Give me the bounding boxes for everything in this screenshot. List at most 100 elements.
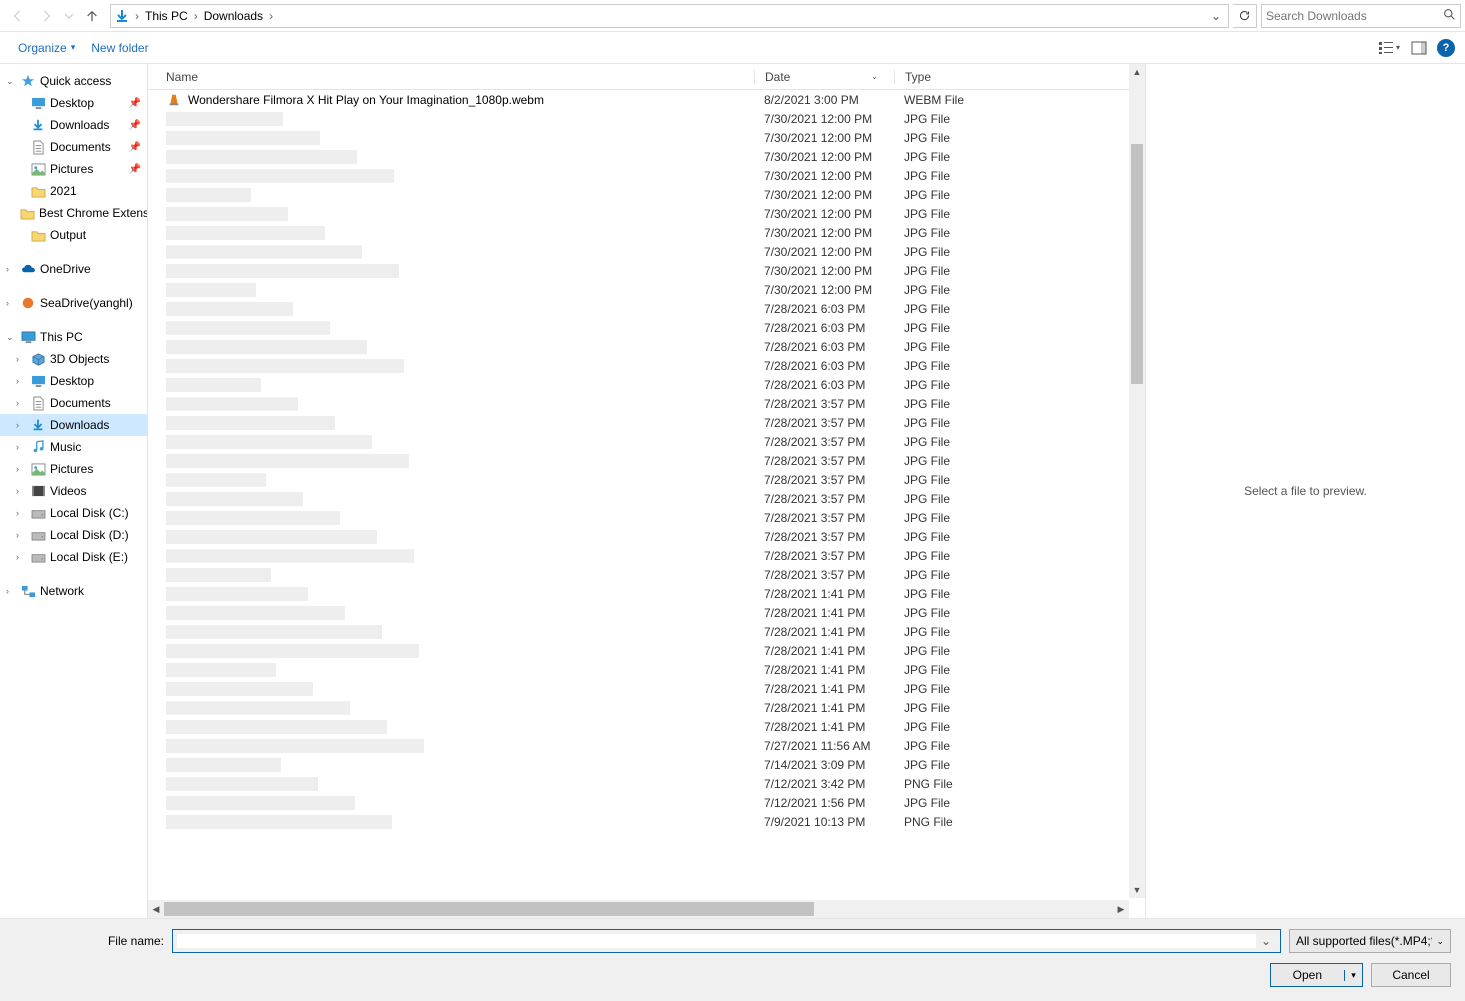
expand-icon[interactable]: › (16, 552, 26, 562)
new-folder-button[interactable]: New folder (83, 37, 156, 59)
table-row[interactable]: 7/28/2021 1:41 PMJPG File (148, 603, 1145, 622)
table-row[interactable]: 7/28/2021 6:03 PMJPG File (148, 299, 1145, 318)
table-row[interactable]: 7/30/2021 12:00 PMJPG File (148, 147, 1145, 166)
sidebar-item-local-disk-e-[interactable]: ›Local Disk (E:) (0, 546, 147, 568)
column-name[interactable]: Name (148, 70, 754, 84)
search-input[interactable] (1266, 9, 1443, 23)
breadcrumb-current[interactable]: Downloads (202, 7, 265, 25)
column-type[interactable]: Type (894, 70, 1145, 84)
table-row[interactable]: 7/12/2021 1:56 PMJPG File (148, 793, 1145, 812)
table-row[interactable]: 7/28/2021 6:03 PMJPG File (148, 375, 1145, 394)
recent-locations-button[interactable] (62, 4, 76, 28)
table-row[interactable]: 7/28/2021 3:57 PMJPG File (148, 413, 1145, 432)
expand-icon[interactable]: › (6, 586, 16, 596)
table-row[interactable]: 7/28/2021 3:57 PMJPG File (148, 451, 1145, 470)
sidebar-item-downloads[interactable]: ›Downloads (0, 414, 147, 436)
table-row[interactable]: 7/30/2021 12:00 PMJPG File (148, 166, 1145, 185)
sidebar-item-local-disk-c-[interactable]: ›Local Disk (C:) (0, 502, 147, 524)
sidebar-item-music[interactable]: ›Music (0, 436, 147, 458)
table-row[interactable]: 7/28/2021 3:57 PMJPG File (148, 489, 1145, 508)
table-row[interactable]: 7/28/2021 3:57 PMJPG File (148, 394, 1145, 413)
table-row[interactable]: 7/30/2021 12:00 PMJPG File (148, 261, 1145, 280)
table-row[interactable]: Wondershare Filmora X Hit Play on Your I… (148, 90, 1145, 109)
collapse-icon[interactable]: ⌄ (6, 76, 16, 87)
table-row[interactable]: 7/12/2021 3:42 PMPNG File (148, 774, 1145, 793)
organize-button[interactable]: Organize▾ (10, 37, 83, 59)
filename-dropdown[interactable]: ⌄ (1256, 934, 1276, 948)
help-button[interactable]: ? (1437, 39, 1455, 57)
scroll-thumb[interactable] (164, 902, 814, 916)
expand-icon[interactable]: › (16, 530, 26, 540)
breadcrumb-root[interactable]: This PC (143, 7, 190, 25)
table-row[interactable]: 7/30/2021 12:00 PMJPG File (148, 128, 1145, 147)
back-button[interactable] (6, 4, 30, 28)
expand-icon[interactable]: › (16, 398, 26, 408)
table-row[interactable]: 7/30/2021 12:00 PMJPG File (148, 280, 1145, 299)
table-row[interactable]: 7/28/2021 1:41 PMJPG File (148, 717, 1145, 736)
scroll-down-icon[interactable]: ▼ (1129, 882, 1145, 898)
sidebar-item-2021[interactable]: 2021 (0, 180, 147, 202)
table-row[interactable]: 7/30/2021 12:00 PMJPG File (148, 204, 1145, 223)
collapse-icon[interactable]: ⌄ (6, 332, 16, 343)
search-box[interactable] (1261, 4, 1461, 28)
table-row[interactable]: 7/28/2021 1:41 PMJPG File (148, 584, 1145, 603)
table-row[interactable]: 7/28/2021 1:41 PMJPG File (148, 622, 1145, 641)
table-row[interactable]: 7/28/2021 1:41 PMJPG File (148, 660, 1145, 679)
sidebar-item-desktop[interactable]: Desktop📌 (0, 92, 147, 114)
table-row[interactable]: 7/28/2021 3:57 PMJPG File (148, 546, 1145, 565)
column-date[interactable]: Date⌄ (754, 70, 894, 84)
expand-icon[interactable]: › (16, 442, 26, 452)
filename-input[interactable] (177, 934, 1256, 948)
table-row[interactable]: 7/28/2021 6:03 PMJPG File (148, 337, 1145, 356)
refresh-button[interactable] (1233, 4, 1257, 28)
table-row[interactable]: 7/28/2021 3:57 PMJPG File (148, 508, 1145, 527)
tree-quick-access[interactable]: ⌄Quick access (0, 70, 147, 92)
sidebar-item-pictures[interactable]: ›Pictures (0, 458, 147, 480)
table-row[interactable]: 7/14/2021 3:09 PMJPG File (148, 755, 1145, 774)
table-row[interactable]: 7/30/2021 12:00 PMJPG File (148, 223, 1145, 242)
expand-icon[interactable]: › (16, 354, 26, 364)
view-options-button[interactable]: ▾ (1377, 36, 1401, 60)
sidebar-item-documents[interactable]: ›Documents (0, 392, 147, 414)
tree-network[interactable]: ›Network (0, 580, 147, 602)
table-row[interactable]: 7/28/2021 3:57 PMJPG File (148, 527, 1145, 546)
sidebar-item-pictures[interactable]: Pictures📌 (0, 158, 147, 180)
table-row[interactable]: 7/28/2021 1:41 PMJPG File (148, 679, 1145, 698)
expand-icon[interactable]: › (16, 420, 26, 430)
forward-button[interactable] (34, 4, 58, 28)
cancel-button[interactable]: Cancel (1371, 963, 1451, 987)
scroll-left-icon[interactable]: ◀ (148, 904, 164, 915)
expand-icon[interactable]: › (16, 486, 26, 496)
sidebar-item-desktop[interactable]: ›Desktop (0, 370, 147, 392)
table-row[interactable]: 7/30/2021 12:00 PMJPG File (148, 185, 1145, 204)
table-row[interactable]: 7/9/2021 10:13 PMPNG File (148, 812, 1145, 831)
tree-this-pc[interactable]: ⌄This PC (0, 326, 147, 348)
table-row[interactable]: 7/28/2021 3:57 PMJPG File (148, 432, 1145, 451)
sidebar-item-output[interactable]: Output (0, 224, 147, 246)
open-dropdown[interactable]: ▾ (1344, 970, 1362, 981)
expand-icon[interactable]: › (6, 298, 16, 308)
scroll-thumb[interactable] (1131, 144, 1143, 384)
table-row[interactable]: 7/30/2021 12:00 PMJPG File (148, 109, 1145, 128)
table-row[interactable]: 7/28/2021 3:57 PMJPG File (148, 565, 1145, 584)
scroll-right-icon[interactable]: ▶ (1113, 904, 1129, 915)
table-row[interactable]: 7/27/2021 11:56 AMJPG File (148, 736, 1145, 755)
sidebar-item-downloads[interactable]: Downloads📌 (0, 114, 147, 136)
up-button[interactable] (80, 4, 104, 28)
scroll-up-icon[interactable]: ▲ (1129, 64, 1145, 80)
table-row[interactable]: 7/28/2021 6:03 PMJPG File (148, 356, 1145, 375)
tree-onedrive[interactable]: ›OneDrive (0, 258, 147, 280)
sidebar-item-videos[interactable]: ›Videos (0, 480, 147, 502)
open-button[interactable]: Open ▾ (1270, 963, 1363, 987)
sidebar-item-local-disk-d-[interactable]: ›Local Disk (D:) (0, 524, 147, 546)
table-row[interactable]: 7/28/2021 1:41 PMJPG File (148, 698, 1145, 717)
filetype-filter[interactable]: All supported files(*.MP4;*.FLV; ⌄ (1289, 929, 1451, 953)
table-row[interactable]: 7/30/2021 12:00 PMJPG File (148, 242, 1145, 261)
sidebar-item-documents[interactable]: Documents📌 (0, 136, 147, 158)
breadcrumb[interactable]: › This PC › Downloads › ⌄ (110, 4, 1229, 28)
tree-seadrive[interactable]: ›SeaDrive(yanghl) (0, 292, 147, 314)
expand-icon[interactable]: › (6, 264, 16, 274)
table-row[interactable]: 7/28/2021 1:41 PMJPG File (148, 641, 1145, 660)
expand-icon[interactable]: › (16, 464, 26, 474)
expand-icon[interactable]: › (16, 508, 26, 518)
